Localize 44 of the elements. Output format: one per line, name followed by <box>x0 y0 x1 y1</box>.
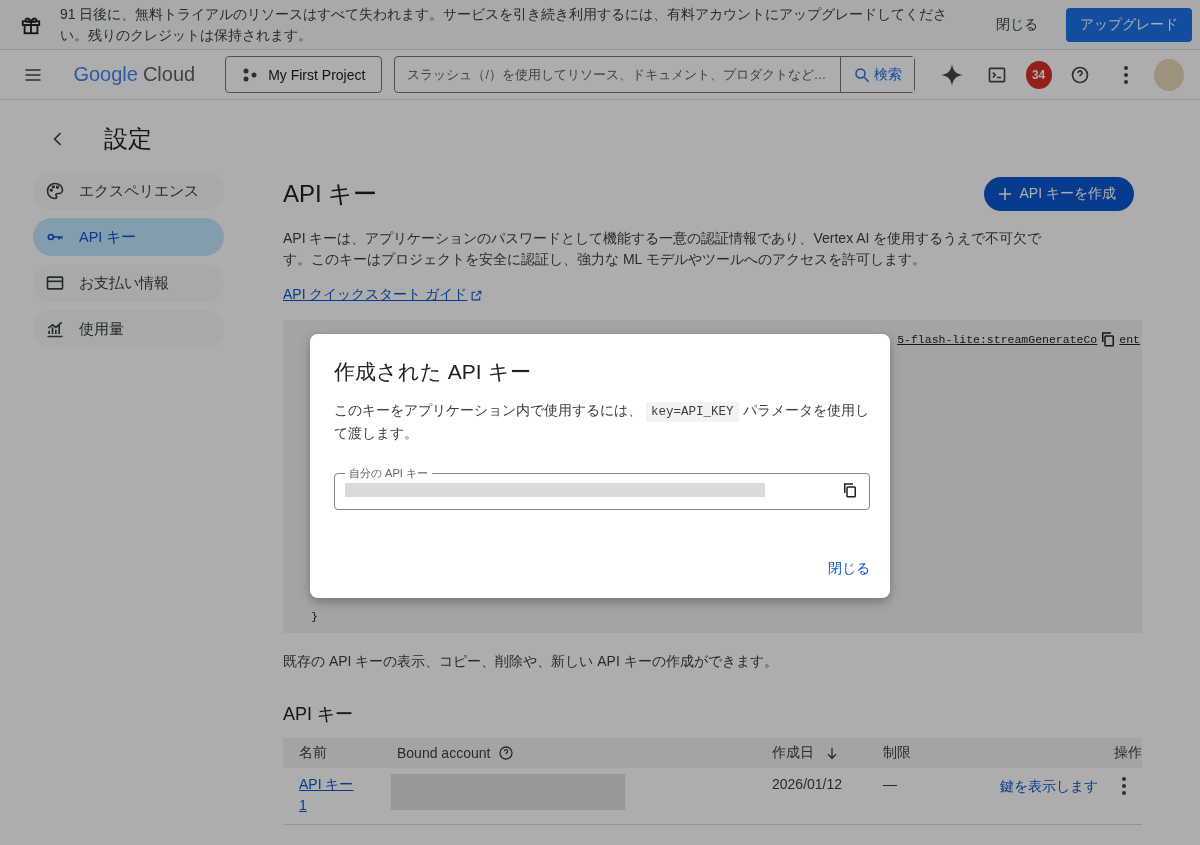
column-header: 名前 <box>299 744 327 760</box>
dialog-text: このキーをアプリケーション内で使用するには、 key=API_KEY パラメータを使用して渡します。 <box>334 401 870 443</box>
key-name-link[interactable]: API キー 1 <box>299 774 359 816</box>
description: API キーは、アプリケーションのパスワードとして機能する一意の認証情報であり、Vertex AI を使用するうえで不可欠です。このキーはプロジェクトを安全に認証し、強力な ML モデルやツールへのアクセスを許可します。 <box>283 229 1043 269</box>
search-button[interactable]: 検索 <box>839 57 914 92</box>
field-label: 自分の API キー <box>348 466 429 481</box>
dialog-title: 作成された API キー <box>334 359 532 385</box>
banner-message: 91 日後に、無料トライアルのリソースはすべて失われます。サービスを引き続き利用するには、有料アカウントにアップグレードしてください。残りのクレジットは保持されます。 <box>60 4 949 45</box>
project-picker[interactable]: My First Project <box>225 56 383 93</box>
table-cell-text: — <box>883 775 898 792</box>
external-link-icon <box>470 288 484 302</box>
settings-title: 設定 <box>104 124 152 154</box>
quickstart-link[interactable]: API クイックスタート ガイド <box>283 286 484 304</box>
copy-icon[interactable] <box>841 481 859 499</box>
create-key-button[interactable]: API キーを作成 <box>983 177 1134 211</box>
logo[interactable]: Google Cloud <box>73 63 196 86</box>
project-icon <box>242 66 259 83</box>
sidebar-item[interactable]: API キー <box>33 218 224 256</box>
palette-icon <box>45 181 65 201</box>
manage-text: 既存の API キーの表示、コピー、削除や、新しい API キーの作成ができます。 <box>283 652 779 671</box>
column-header: 制限 <box>883 744 911 760</box>
notification-badge[interactable]: 34 <box>1025 60 1052 89</box>
sidebar-item[interactable]: 使用量 <box>33 310 224 348</box>
sidebar-item[interactable]: お支払い情報 <box>33 264 224 302</box>
credit-card-icon <box>45 273 65 293</box>
table-cell-text: 2026/01/12 <box>772 775 844 792</box>
code-text: 5-flash-lite:streamGenerateCo <box>897 332 1098 346</box>
dismiss-button[interactable]: 閉じる <box>986 9 1048 40</box>
sidebar-item[interactable]: エクスペリエンス <box>33 172 224 210</box>
api-key-field[interactable]: 自分の API キー <box>334 466 870 510</box>
search-field[interactable]: スラッシュ（/）を使用してリソース、ドキュメント、プロダクトなど… 検索 <box>394 56 915 93</box>
search-icon <box>852 65 871 84</box>
table-title: API キー <box>283 703 354 726</box>
code-text: } <box>311 610 318 623</box>
show-key-link[interactable]: 鍵を表示します <box>1000 776 1098 796</box>
column-header: 操作 <box>1114 744 1142 760</box>
column-header: 作成日 <box>772 744 814 762</box>
chart-icon <box>45 319 65 339</box>
help-icon[interactable] <box>498 745 515 761</box>
upgrade-button[interactable]: アップグレード <box>1066 7 1192 42</box>
close-button[interactable]: 閉じる <box>828 556 870 582</box>
code-text: ent <box>1119 332 1140 346</box>
page-title: API キー <box>283 179 378 209</box>
column-header: Bound account <box>397 745 491 761</box>
